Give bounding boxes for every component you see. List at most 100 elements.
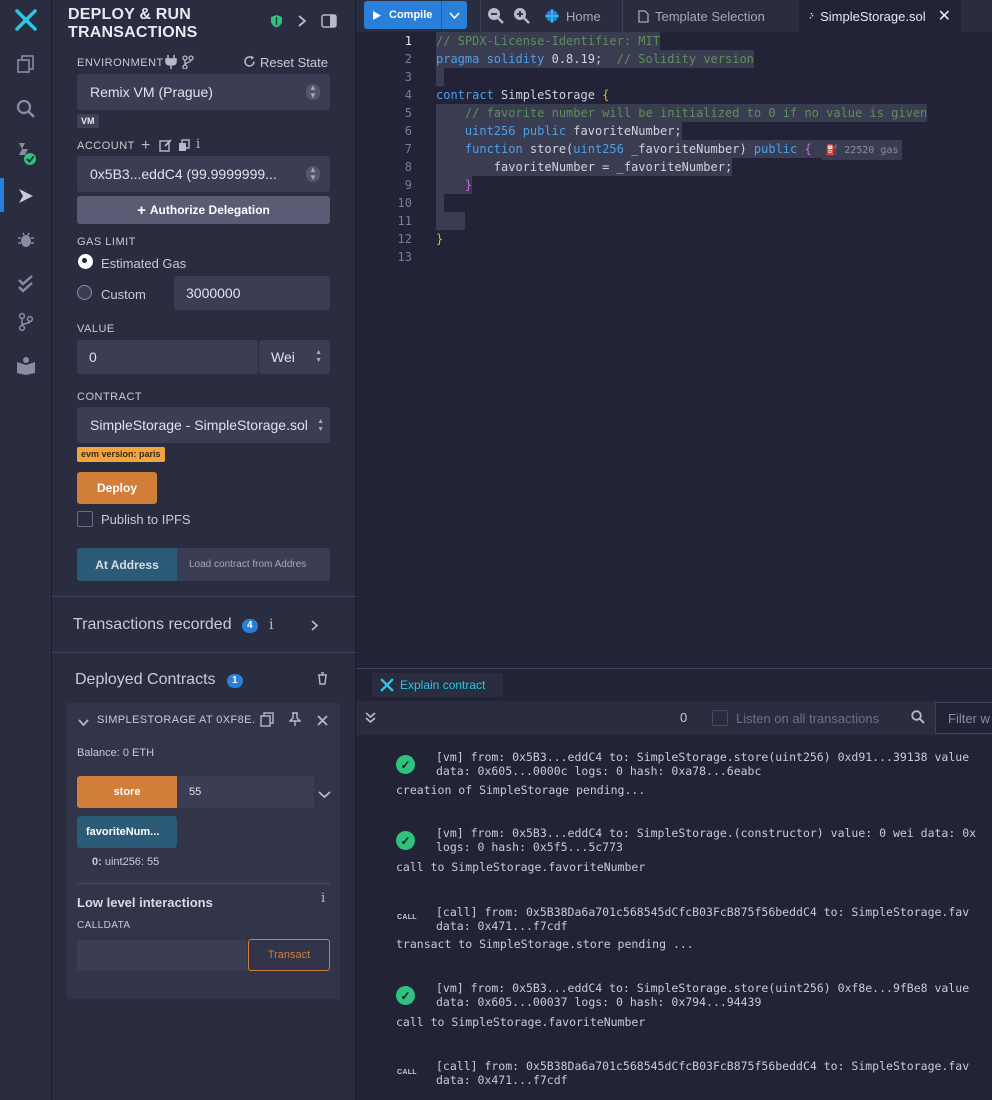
deploy-run-icon[interactable] [0,178,52,214]
success-check-icon: ✓ [396,986,415,1005]
call-icon: CALL [397,914,417,921]
listen-checkbox[interactable] [712,710,728,726]
log-line[interactable]: data: 0x471...f7cdf [436,919,568,933]
search-icon[interactable] [911,710,925,729]
git-icon[interactable] [0,304,52,340]
chevron-right-icon[interactable] [310,619,319,637]
result-key: 0: [92,856,102,868]
chevron-down-icon[interactable] [318,786,331,804]
edit-icon[interactable] [159,139,172,157]
copy-icon[interactable] [260,712,274,732]
zoom-out-icon[interactable] [487,7,504,29]
value-input[interactable]: 0 [77,340,258,374]
compile-options-button[interactable] [441,1,467,29]
chevron-right-icon[interactable] [297,14,307,31]
pending-count: 0 [680,710,688,725]
log-line[interactable]: [vm] from: 0x5B3...eddC4 to: SimpleStora… [436,826,976,840]
info-icon[interactable]: i [269,617,273,633]
environment-select[interactable]: Remix VM (Prague) ▲ ▼ [77,74,330,110]
line-number: 2 [404,52,412,66]
pin-icon[interactable] [288,712,302,732]
info-icon[interactable]: i [321,891,325,906]
tab-template-selection[interactable]: Template Selection [638,0,765,32]
listen-label: Listen on all transactions [736,711,880,726]
calldata-input[interactable] [77,940,247,971]
compile-button[interactable]: Compile [364,1,440,29]
search-icon[interactable] [0,91,52,127]
log-line[interactable]: data: 0x605...0000c logs: 0 hash: 0xa78.… [436,764,761,778]
copy-icon[interactable] [178,139,190,157]
account-select[interactable]: 0x5B3...eddC4 (99.9999999... ▲ ▼ [77,156,330,192]
shield-icon[interactable] [270,14,283,31]
chevron-down-icon[interactable] [78,714,89,732]
solidity-compiler-icon[interactable] [0,136,52,172]
solidity-unit-testing-icon[interactable] [0,266,52,302]
tab-simplestorage[interactable]: SimpleStorage.sol ✕ [799,0,961,32]
log-message: transact to SimpleStorage.store pending … [396,937,694,951]
reset-icon[interactable] [243,55,256,73]
remix-home-icon [545,9,559,23]
favorite-number-button[interactable]: favoriteNum... [77,816,177,848]
collapse-terminal-icon[interactable] [365,711,376,729]
filter-input[interactable]: Filter w [935,702,992,734]
store-input[interactable]: 55 [177,776,314,808]
gas-limit-input[interactable]: 3000000 [174,276,330,310]
gas-limit-label: GAS LIMIT [77,236,136,248]
divider [480,0,481,32]
debugger-icon[interactable] [0,222,52,258]
editor-tabbar: Compile Home Template Selection SimpleSt… [356,0,992,32]
log-line[interactable]: [vm] from: 0x5B3...eddC4 to: SimpleStora… [436,981,969,995]
learneth-icon[interactable] [0,348,52,384]
fork-icon[interactable] [182,55,194,74]
publish-ipfs-checkbox[interactable] [77,511,93,527]
reset-state-button[interactable]: Reset State [260,55,328,70]
code-line: } [436,232,444,246]
info-icon[interactable]: i [196,137,200,152]
store-button[interactable]: store [77,776,177,808]
gas-estimate: ⛽ 22520 gas [821,142,903,160]
line-number: 3 [404,70,412,84]
deploy-button[interactable]: Deploy [77,472,157,504]
contract-select[interactable]: SimpleStorage - SimpleStorage.sol ▲ ▼ [77,407,330,443]
transactions-recorded-title[interactable]: Transactions recorded [73,616,232,634]
log-message: call to SimpleStorage.favoriteNumber [396,1015,646,1029]
close-icon[interactable] [317,713,328,731]
authorize-delegation-button[interactable]: + Authorize Delegation [77,196,330,224]
value-unit-select[interactable]: Wei ▲ ▼ [259,340,330,374]
explain-contract-button[interactable]: Explain contract [372,673,503,697]
recorded-count-badge: 4 [242,619,258,633]
log-line[interactable]: data: 0x605...00037 logs: 0 hash: 0x794.… [436,995,761,1009]
code-token: public [753,142,798,156]
divider [52,652,356,653]
tab-home[interactable]: Home [544,0,601,32]
estimated-gas-radio[interactable] [78,254,93,269]
log-line[interactable]: [call] from: 0x5B38Da6a701c568545dCfcB03… [436,905,969,919]
divider [622,0,623,32]
file-icon [638,9,649,23]
file-explorer-icon[interactable] [0,46,52,82]
log-line[interactable]: [vm] from: 0x5B3...eddC4 to: SimpleStora… [436,750,969,764]
code-line: pragma solidity 0.8.19; // Solidity vers… [436,50,754,68]
line-number: 4 [404,88,412,102]
load-address-input[interactable]: Load contract from Addres [177,548,330,581]
trash-icon[interactable] [317,672,328,690]
zoom-in-icon[interactable] [513,7,530,29]
custom-gas-radio[interactable] [77,285,92,300]
log-line[interactable]: data: 0x471...f7cdf [436,1073,568,1087]
log-line[interactable]: logs: 0 hash: 0x5f5...5c773 [436,840,623,854]
success-check-icon: ✓ [396,755,415,774]
line-number: 6 [404,124,412,138]
log-line[interactable]: [call] from: 0x5B38Da6a701c568545dCfcB03… [436,1059,969,1073]
plus-icon[interactable]: + [141,137,150,155]
close-tab-icon[interactable]: ✕ [938,6,951,26]
at-address-button[interactable]: At Address [77,548,177,581]
remix-logo-icon[interactable] [12,6,40,34]
panel-toggle-icon[interactable] [321,14,337,31]
log-message: creation of SimpleStorage pending... [396,783,646,797]
code-token: function [436,142,523,156]
call-icon: CALL [397,1069,417,1076]
balance-text: Balance: 0 ETH [77,747,155,759]
panel-title: DEPLOY & RUN TRANSACTIONS [68,6,198,41]
plug-icon[interactable] [165,55,177,74]
transact-button[interactable]: Transact [248,939,330,971]
